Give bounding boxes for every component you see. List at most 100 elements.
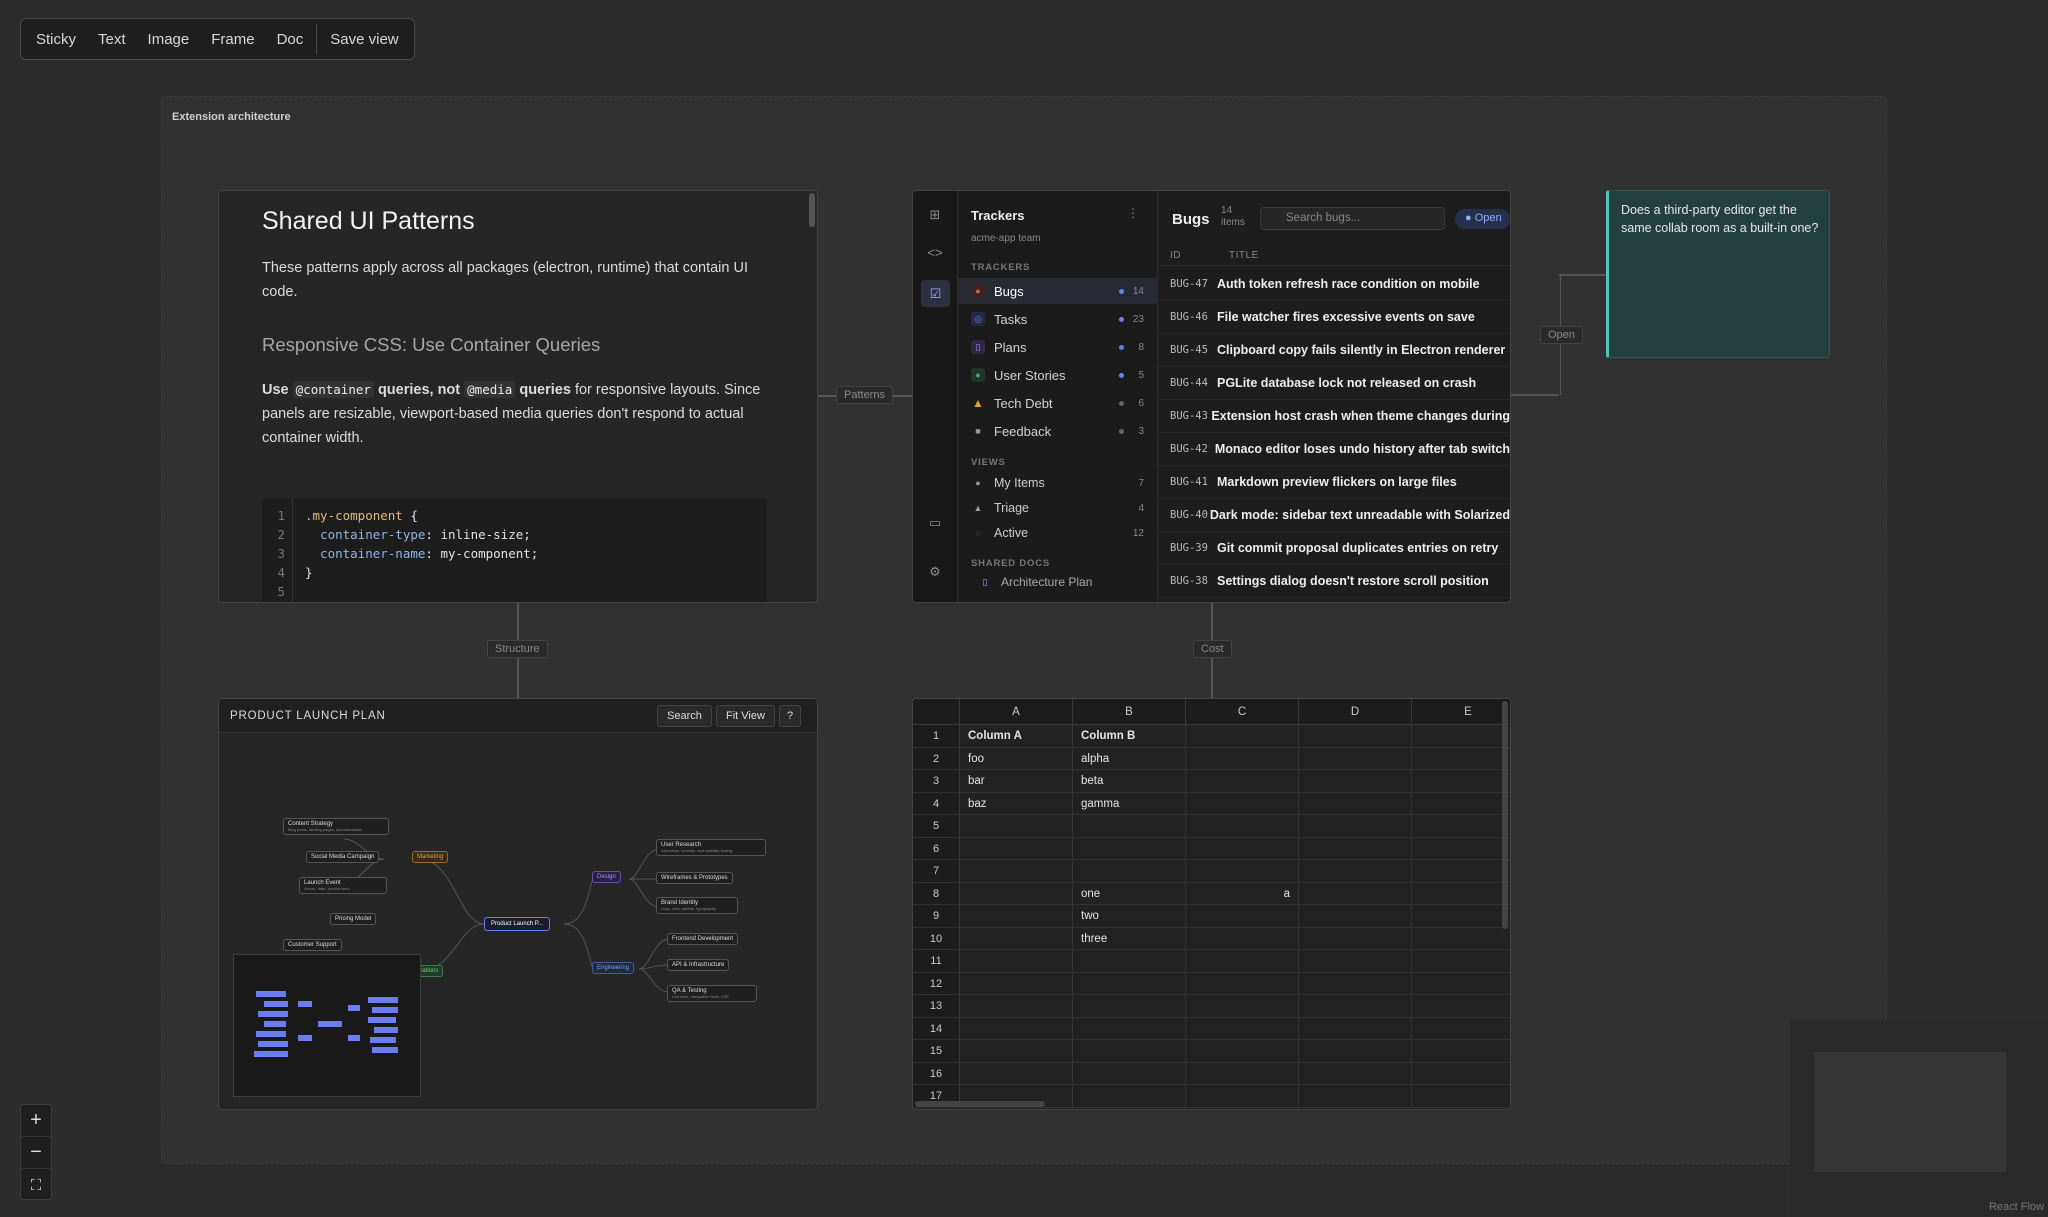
bug-row[interactable]: BUG-39 Git commit proposal duplicates ent… (1158, 532, 1510, 565)
sheet-cell[interactable] (1412, 725, 1510, 748)
node-brand-identity[interactable]: Brand Identity Logo, color palette, typog… (656, 897, 738, 914)
sheet-cell[interactable] (1299, 860, 1412, 883)
bug-row[interactable]: BUG-38 Settings dialog doesn't restore sc… (1158, 565, 1510, 598)
sheet-cell[interactable]: Column A (960, 725, 1073, 748)
bug-row[interactable]: BUG-47 Auth token refresh race condition … (1158, 268, 1510, 301)
sheet-cell[interactable] (1412, 1040, 1510, 1063)
doc-button[interactable]: Doc (266, 19, 315, 59)
sheet-cell[interactable] (1412, 860, 1510, 883)
tracker-item-feedback[interactable]: ■ Feedback 3 (958, 418, 1157, 444)
sheet-cell[interactable] (1186, 950, 1299, 973)
sheet-cell[interactable]: alpha (1073, 747, 1186, 770)
sheet-cell[interactable] (1412, 770, 1510, 793)
sheet-cell[interactable] (960, 927, 1073, 950)
sheet-cell[interactable] (1186, 1017, 1299, 1040)
row-header[interactable]: 10 (913, 927, 960, 950)
mindmap-minimap[interactable] (233, 954, 421, 1097)
node-wireframes[interactable]: Wireframes & Prototypes (656, 872, 733, 884)
code-block[interactable]: 12345 .my-component { container-type: in… (262, 498, 767, 602)
sheet-cell[interactable] (1299, 1085, 1412, 1108)
sheet-cell[interactable] (1186, 725, 1299, 748)
sheet-cell[interactable] (1412, 973, 1510, 995)
sheet-cell[interactable] (1186, 747, 1299, 770)
sheet-cell[interactable] (1186, 792, 1299, 815)
sheet-cell[interactable] (1299, 747, 1412, 770)
sheet-cell[interactable] (1186, 860, 1299, 883)
sheet-cell[interactable] (960, 882, 1073, 905)
sticky-note[interactable]: Does a third-party editor get the same c… (1606, 190, 1830, 358)
sheet-cell[interactable]: bar (960, 770, 1073, 793)
row-header[interactable]: 9 (913, 905, 960, 928)
spreadsheet-card[interactable]: ABCDE 1 Column A Column B 2 foo alpha 3 bar beta… (912, 698, 1511, 1110)
frame-button[interactable]: Frame (200, 19, 265, 59)
row-header[interactable]: 1 (913, 725, 960, 748)
sheet-cell[interactable] (1299, 950, 1412, 973)
more-icon[interactable]: ⋮ (1127, 206, 1139, 220)
node-engineering[interactable]: Engineering (592, 962, 635, 974)
sheet-cell[interactable] (1412, 995, 1510, 1018)
row-header[interactable]: 3 (913, 770, 960, 793)
node-content-strategy[interactable]: Content Strategy Blog posts, landing page… (283, 818, 389, 835)
row-header[interactable]: 4 (913, 792, 960, 815)
react-flow-attribution[interactable]: React Flow (1989, 1201, 2044, 1213)
node-design[interactable]: Design (592, 871, 621, 883)
sheet-cell[interactable] (960, 1040, 1073, 1063)
sheet-cell[interactable] (1186, 770, 1299, 793)
panel-icon[interactable]: ▭ (926, 514, 944, 532)
sticky-button[interactable]: Sticky (25, 19, 87, 59)
bugs-search-input[interactable]: Search bugs... (1260, 207, 1445, 230)
fit-view-icon[interactable]: ⛶ (21, 1169, 51, 1201)
row-header[interactable]: 11 (913, 950, 960, 973)
sheet-cell[interactable] (1073, 1085, 1186, 1108)
column-header[interactable]: D (1299, 699, 1412, 725)
row-header[interactable]: 12 (913, 972, 960, 995)
node-pricing[interactable]: Pricing Model (330, 913, 377, 925)
row-header[interactable]: 7 (913, 860, 960, 883)
sheet-cell[interactable] (1412, 1085, 1510, 1108)
row-header[interactable]: 15 (913, 1040, 960, 1063)
sheet-cell[interactable] (1186, 995, 1299, 1018)
node-user-research[interactable]: User Research Interviews, surveys, and us… (656, 839, 766, 856)
canvas[interactable]: Sticky Text Image Frame Doc Save view Ex… (0, 0, 2048, 1217)
sheet-vertical-scrollbar[interactable] (1502, 701, 1508, 929)
sheet-cell[interactable] (1186, 1062, 1299, 1085)
row-header[interactable]: 14 (913, 1017, 960, 1040)
sheet-cell[interactable] (1186, 927, 1299, 950)
sheet-cell[interactable]: foo (960, 747, 1073, 770)
sheet-cell[interactable]: a (1186, 882, 1299, 905)
sheet-cell[interactable]: one (1073, 882, 1186, 905)
sheet-cell[interactable] (1186, 905, 1299, 928)
sheet-cell[interactable] (1073, 995, 1186, 1018)
row-header[interactable]: 13 (913, 995, 960, 1018)
tracker-item-plans[interactable]: ▯ Plans 8 (958, 334, 1157, 360)
sheet-cell[interactable] (960, 1017, 1073, 1040)
sheet-cell[interactable] (1073, 837, 1186, 860)
doc-card[interactable]: Shared UI Patterns These patterns apply … (218, 190, 818, 603)
sheet-cell[interactable] (960, 837, 1073, 860)
sheet-cell[interactable] (1412, 905, 1510, 928)
node-qa[interactable]: QA & Testing Unit tests, integration test… (667, 985, 757, 1002)
node-root[interactable]: Product Launch P... (484, 917, 550, 931)
sheet-cell[interactable] (1412, 883, 1510, 905)
sheet-cell[interactable] (960, 950, 1073, 973)
tracker-item-user-stories[interactable]: ● User Stories 5 (958, 362, 1157, 388)
sheet-cell[interactable] (960, 905, 1073, 928)
sheet-cell[interactable] (1299, 1040, 1412, 1063)
sheet-cell[interactable] (1412, 1018, 1510, 1040)
sheet-horizontal-scrollbar[interactable] (915, 1101, 1045, 1107)
view-item-my-items[interactable]: ● My Items 7 (958, 471, 1157, 495)
sheet-cell[interactable] (1412, 950, 1510, 973)
sheet-cell[interactable] (960, 972, 1073, 995)
node-frontend[interactable]: Frontend Development (667, 933, 739, 945)
row-header[interactable]: 2 (913, 747, 960, 770)
sheet-cell[interactable] (1073, 1062, 1186, 1085)
sheet-cell[interactable] (1299, 1017, 1412, 1040)
sheet-cell[interactable] (1412, 815, 1510, 838)
sheet-cell[interactable] (1299, 927, 1412, 950)
sheet-cell[interactable]: two (1073, 905, 1186, 928)
sheet-cell[interactable] (1299, 792, 1412, 815)
bug-row[interactable]: BUG-41 Markdown preview flickers on large… (1158, 466, 1510, 499)
gear-icon[interactable]: ⚙ (926, 563, 944, 581)
bug-row[interactable]: BUG-43 Extension host crash when theme ch… (1158, 400, 1510, 433)
sheet-cell[interactable]: gamma (1073, 792, 1186, 815)
